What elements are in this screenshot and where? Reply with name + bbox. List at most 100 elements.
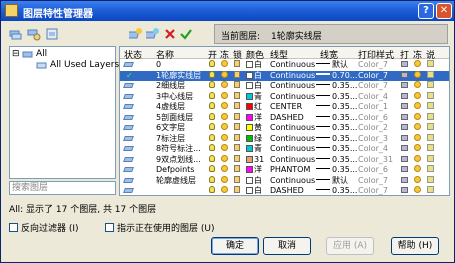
layer-vp-freeze-icon[interactable]	[414, 154, 421, 165]
layer-freeze-icon[interactable]	[221, 81, 228, 91]
layer-vp-freeze-icon[interactable]	[414, 102, 421, 112]
layer-row[interactable]: 0 白 Continuous 默认 Color_7	[120, 60, 449, 71]
layer-lock-icon[interactable]	[234, 133, 240, 144]
layer-status-icon[interactable]	[123, 123, 134, 133]
layer-status-icon[interactable]	[123, 165, 134, 175]
layer-lock-icon[interactable]	[234, 144, 240, 154]
layer-plot-icon[interactable]	[401, 71, 408, 81]
layer-status-icon[interactable]	[123, 176, 134, 186]
layer-color[interactable]: 青	[246, 92, 262, 102]
layer-name[interactable]: 9双点划线...	[156, 155, 201, 165]
layer-color[interactable]: 黄	[246, 123, 262, 133]
layer-lineweight[interactable]: 0.35...	[316, 155, 357, 165]
layer-name[interactable]: 5剖面线层	[156, 113, 193, 123]
layer-name[interactable]: 2细线层	[156, 81, 185, 91]
layer-on-icon[interactable]	[209, 112, 215, 123]
layer-plot-icon[interactable]	[401, 176, 408, 186]
layer-freeze-icon[interactable]	[221, 133, 228, 144]
layer-row[interactable]: 轮廓虚线层 白 Continuous 默认 Color_7	[120, 175, 449, 187]
layer-status-icon[interactable]	[123, 144, 134, 154]
layer-name[interactable]: 6文字层	[156, 123, 185, 133]
ok-button[interactable]: 确定	[211, 237, 259, 255]
layer-row[interactable]: 5剖面线层 洋 DASHED 0.35... Color_6	[120, 112, 449, 124]
layer-lineweight[interactable]: 默认	[316, 176, 348, 186]
layer-linetype[interactable]: Continuous	[270, 71, 315, 81]
layer-on-icon[interactable]	[209, 165, 215, 175]
layer-status-icon[interactable]	[123, 113, 134, 123]
layer-linetype[interactable]: DASHED	[270, 113, 304, 123]
layer-lock-icon[interactable]	[234, 175, 240, 186]
layer-status-icon[interactable]	[123, 155, 134, 165]
layer-status-icon[interactable]	[123, 186, 134, 195]
layer-linetype[interactable]: Continuous	[270, 134, 315, 144]
layer-linetype[interactable]: Continuous	[270, 92, 315, 102]
layer-freeze-icon[interactable]	[221, 112, 228, 123]
layer-linetype[interactable]: Continuous	[270, 155, 315, 165]
layer-row[interactable]: 7标注层 绿 Continuous 0.35... Color_3	[120, 133, 449, 145]
layer-lock-icon[interactable]	[234, 91, 240, 102]
layer-vp-freeze-icon[interactable]	[414, 60, 421, 70]
layer-plot-icon[interactable]	[401, 144, 408, 154]
layer-lineweight[interactable]: 默认	[316, 60, 348, 70]
checkbox-box[interactable]	[105, 223, 114, 232]
layer-name[interactable]: 8符号标注...	[156, 144, 201, 154]
layer-on-icon[interactable]	[209, 81, 215, 91]
layer-row[interactable]: 2细线层 白 Continuous 0.35... Color_7	[120, 81, 449, 92]
layer-name[interactable]: 轮廓虚线层	[156, 176, 196, 186]
layer-lock-icon[interactable]	[234, 60, 240, 70]
layer-plot-icon[interactable]	[401, 60, 408, 70]
layer-row[interactable]: 8符号标注... 青 Continuous 0.35... Color_4	[120, 144, 449, 155]
set-current-icon[interactable]	[179, 27, 193, 41]
layer-plot-icon[interactable]	[401, 134, 408, 144]
layer-search-input[interactable]: 搜索图层	[9, 181, 116, 195]
layer-on-icon[interactable]	[209, 186, 215, 195]
layer-plot-icon[interactable]	[401, 92, 408, 102]
apply-button[interactable]: 应用 (A)	[326, 237, 374, 255]
layer-vp-freeze-icon[interactable]	[414, 175, 421, 186]
layer-lineweight[interactable]: 0.35...	[316, 134, 357, 144]
layer-freeze-icon[interactable]	[221, 60, 228, 70]
current-layer-check-icon[interactable]: ✓	[126, 71, 133, 81]
layer-status-icon[interactable]	[123, 102, 134, 112]
layer-on-icon[interactable]	[209, 70, 215, 81]
layer-freeze-icon[interactable]	[221, 175, 228, 186]
layer-linetype[interactable]: Continuous	[270, 60, 315, 70]
layer-status-icon[interactable]	[123, 60, 134, 70]
help-title-button[interactable]: ?	[418, 3, 434, 19]
layer-name[interactable]: 1轮廓实线层	[156, 71, 201, 81]
layer-color[interactable]: 白	[246, 81, 262, 91]
layer-freeze-icon[interactable]	[221, 165, 228, 175]
layer-vp-freeze-icon[interactable]	[414, 133, 421, 144]
new-layer-icon[interactable]	[126, 27, 143, 41]
layer-lock-icon[interactable]	[234, 154, 240, 165]
layer-lineweight[interactable]: 0.35...	[316, 123, 357, 133]
layer-vp-freeze-icon[interactable]	[414, 123, 421, 133]
layer-lock-icon[interactable]	[234, 186, 240, 195]
layer-lock-icon[interactable]	[234, 112, 240, 123]
layer-vp-freeze-icon[interactable]	[414, 165, 421, 175]
layer-freeze-icon[interactable]	[221, 102, 228, 112]
layer-freeze-icon[interactable]	[221, 154, 228, 165]
layer-on-icon[interactable]	[209, 175, 215, 186]
layer-vp-freeze-icon[interactable]	[414, 112, 421, 123]
layer-lock-icon[interactable]	[234, 70, 240, 81]
layer-freeze-icon[interactable]	[221, 144, 228, 154]
cancel-button[interactable]: 取消	[263, 237, 311, 255]
layer-linetype[interactable]: DASHED	[270, 186, 304, 195]
layer-lineweight[interactable]: 0.35...	[316, 144, 357, 154]
layer-states-manager-icon[interactable]	[45, 27, 59, 41]
layer-linetype[interactable]: Continuous	[270, 144, 315, 154]
layer-plot-icon[interactable]	[401, 155, 408, 165]
tree-expand-icon[interactable]: ⊟	[12, 49, 20, 59]
layer-vp-freeze-icon[interactable]	[414, 81, 421, 91]
layer-plot-icon[interactable]	[401, 81, 408, 91]
show-used-checkbox[interactable]: 指示正在使用的图层 (U)	[105, 221, 214, 234]
layer-freeze-icon[interactable]	[221, 70, 228, 81]
layer-status-icon[interactable]	[123, 92, 134, 102]
layer-vp-freeze-icon[interactable]	[414, 144, 421, 154]
layer-lock-icon[interactable]	[234, 165, 240, 175]
layer-freeze-icon[interactable]	[221, 91, 228, 102]
layer-plot-icon[interactable]	[401, 165, 408, 175]
close-button[interactable]: ✕	[436, 3, 452, 19]
layer-row[interactable]: ✓ 1轮廓实线层 白 Continuous 0.70... Color_7	[120, 70, 449, 81]
